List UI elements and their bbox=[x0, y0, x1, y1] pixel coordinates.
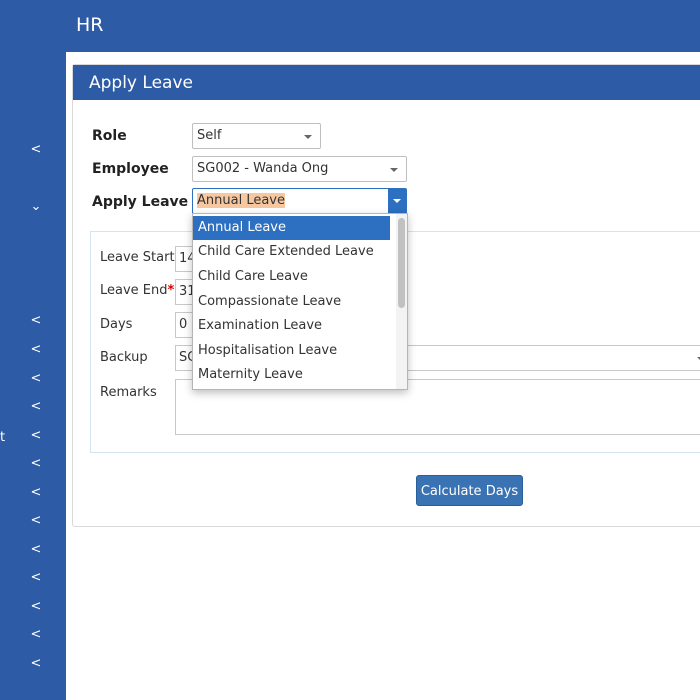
top-bar: HR bbox=[66, 0, 700, 52]
leave-type-value: Annual Leave bbox=[197, 193, 285, 208]
dropdown-scroll-thumb[interactable] bbox=[398, 218, 405, 308]
chevron-down-icon bbox=[390, 168, 398, 172]
panel-title: Apply Leave bbox=[89, 73, 193, 93]
required-marker: * bbox=[167, 283, 175, 298]
chevron-left-icon[interactable]: < bbox=[29, 400, 43, 414]
chevron-down-icon[interactable]: ⌄ bbox=[29, 200, 43, 214]
app-title: HR bbox=[76, 14, 104, 36]
leave-end-label-text: Leave End bbox=[100, 283, 168, 298]
chevron-left-icon[interactable]: < bbox=[29, 657, 43, 671]
chevron-left-icon[interactable]: < bbox=[29, 543, 43, 557]
leave-start-label-text: Leave Start bbox=[100, 250, 175, 265]
employee-select[interactable]: SG002 - Wanda Ong bbox=[192, 156, 407, 182]
dropdown-option[interactable]: Annual Leave bbox=[193, 216, 390, 240]
chevron-left-icon[interactable]: < bbox=[29, 372, 43, 386]
role-label: Role bbox=[92, 128, 127, 144]
leave-type-select[interactable]: Annual Leave bbox=[192, 188, 407, 214]
chevron-left-icon[interactable]: < bbox=[29, 600, 43, 614]
dropdown-option[interactable]: Child Care Leave bbox=[193, 265, 390, 289]
chevron-down-icon bbox=[304, 135, 312, 139]
chevron-left-icon[interactable]: < bbox=[29, 486, 43, 500]
dropdown-option[interactable]: Compassionate Leave bbox=[193, 290, 390, 314]
days-value: 0 bbox=[179, 317, 188, 332]
chevron-left-icon[interactable]: < bbox=[29, 429, 43, 443]
dropdown-option[interactable]: Child Care Extended Leave bbox=[193, 240, 390, 264]
backup-label: Backup bbox=[100, 350, 148, 365]
chevron-left-icon[interactable]: < bbox=[29, 457, 43, 471]
dropdown-option[interactable]: Examination Leave bbox=[193, 314, 390, 338]
sidebar: < ⌄ < < < < < < < < < < < < < t bbox=[0, 0, 66, 700]
chevron-left-icon[interactable]: < bbox=[29, 628, 43, 642]
calculate-days-button[interactable]: Calculate Days bbox=[416, 475, 523, 506]
days-label: Days bbox=[100, 317, 133, 332]
chevron-left-icon[interactable]: < bbox=[29, 514, 43, 528]
dropdown-option[interactable]: Maternity Leave bbox=[193, 363, 390, 387]
chevron-left-icon[interactable]: < bbox=[29, 314, 43, 328]
role-select[interactable]: Self bbox=[192, 123, 321, 149]
sidebar-label-fragment[interactable]: t bbox=[0, 430, 5, 445]
leave-type-dropdown: Annual Leave Child Care Extended Leave C… bbox=[192, 213, 408, 390]
dropdown-option[interactable]: Hospitalisation Leave bbox=[193, 339, 390, 363]
dropdown-scrollbar[interactable] bbox=[396, 214, 407, 389]
panel-header: Apply Leave bbox=[73, 65, 700, 100]
employee-label: Employee bbox=[92, 161, 169, 177]
leave-end-label: Leave End* bbox=[100, 283, 174, 298]
remarks-label: Remarks bbox=[100, 385, 157, 400]
chevron-left-icon[interactable]: < bbox=[29, 143, 43, 157]
employee-value: SG002 - Wanda Ong bbox=[197, 161, 329, 176]
apply-leave-label: Apply Leave bbox=[92, 194, 189, 210]
chevron-left-icon[interactable]: < bbox=[29, 571, 43, 585]
dropdown-toggle-icon[interactable] bbox=[388, 189, 406, 213]
leave-start-label: Leave Start* bbox=[100, 250, 181, 265]
role-value: Self bbox=[197, 128, 222, 143]
chevron-left-icon[interactable]: < bbox=[29, 343, 43, 357]
